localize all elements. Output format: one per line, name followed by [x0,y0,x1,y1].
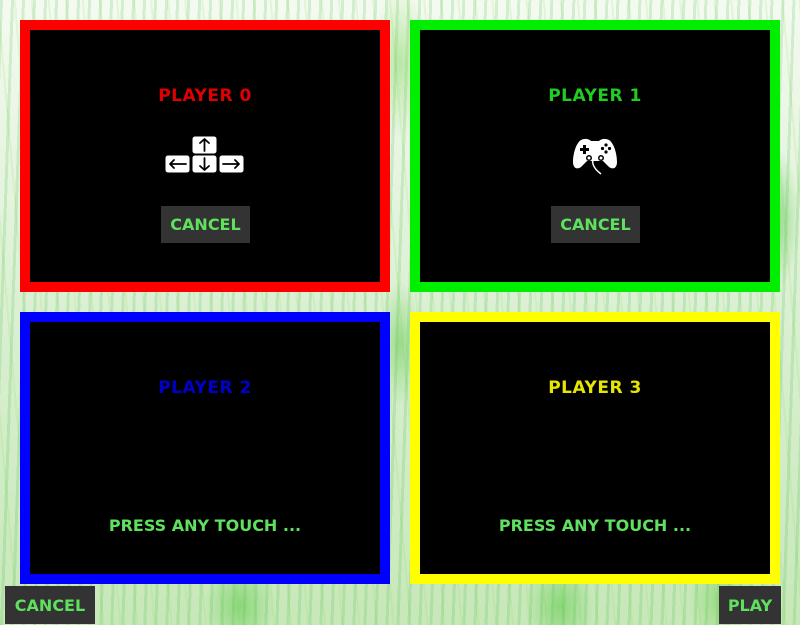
arrow-keys-icon [164,135,245,179]
player-3-panel: PLAYER 3 PRESS ANY TOUCH ... [410,312,780,584]
cancel-button[interactable]: CANCEL [5,586,95,624]
player-2-join-prompt: PRESS ANY TOUCH ... [108,516,302,535]
player-3-title: PLAYER 3 [548,378,642,398]
player-3-join-prompt: PRESS ANY TOUCH ... [498,516,692,535]
player-0-panel: PLAYER 0 CANCEL [20,20,390,292]
player-1-cancel-button[interactable]: CANCEL [551,206,640,243]
player-0-title: PLAYER 0 [158,86,252,106]
player-1-panel: PLAYER 1 CANCEL [410,20,780,292]
gamepad-icon [571,134,619,180]
player-1-title: PLAYER 1 [548,86,642,106]
player-2-title: PLAYER 2 [158,378,252,398]
play-button[interactable]: PLAY [719,586,781,624]
player-0-cancel-button[interactable]: CANCEL [161,206,250,243]
player-2-panel: PLAYER 2 PRESS ANY TOUCH ... [20,312,390,584]
